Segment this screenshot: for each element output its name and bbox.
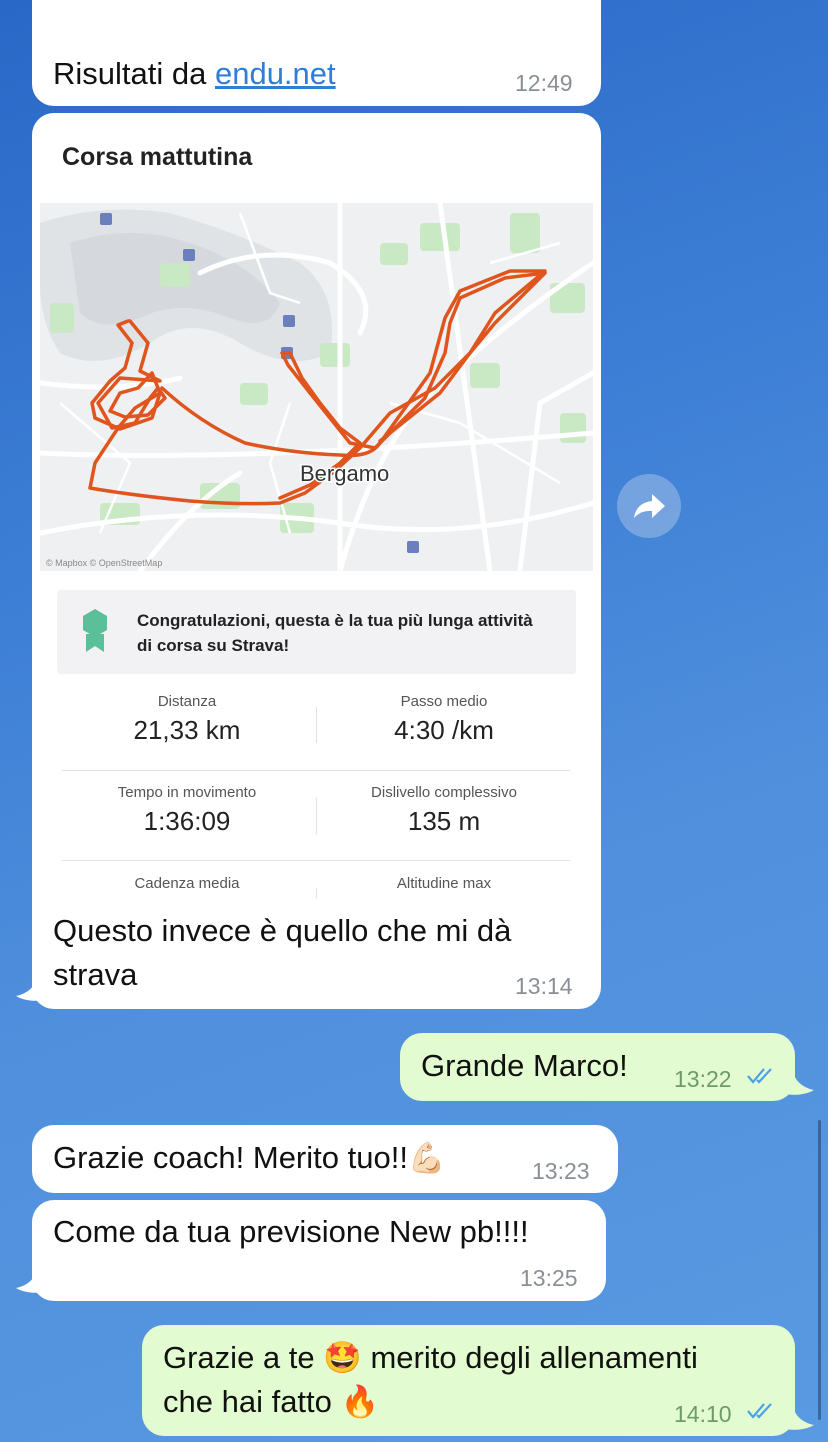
message-bubble-outgoing[interactable]: Grazie a te 🤩 merito degli allenamenti c… — [142, 1325, 795, 1436]
map-credit: © Mapbox © OpenStreetMap — [46, 558, 162, 568]
forward-arrow-icon — [634, 494, 665, 518]
message-text: Come da tua previsione New pb!!!! — [53, 1214, 529, 1249]
message-bubble-incoming[interactable]: Risultati da endu.net 12:49 — [32, 0, 601, 106]
divider — [316, 798, 317, 834]
stat-label: Dislivello complessivo — [371, 784, 517, 801]
message-text: merito degli allenamenti — [370, 1340, 698, 1375]
caption-line: Questo invece è quello che mi dà — [53, 913, 512, 948]
message-text: Grande Marco! — [421, 1048, 628, 1083]
double-check-icon — [747, 1068, 772, 1084]
achievement-text-line: Congratulazioni, questa è la tua più lun… — [137, 611, 533, 630]
map-city-label: Bergamo — [300, 461, 389, 486]
message-time: 13:23 — [532, 1158, 590, 1184]
message-text: Risultati da — [53, 56, 215, 91]
scrollbar[interactable] — [818, 1120, 821, 1420]
activity-title: Corsa mattutina — [62, 143, 253, 171]
stat-label: Altitudine max — [396, 875, 492, 892]
divider — [316, 707, 317, 743]
message-bubble-incoming[interactable]: Come da tua previsione New pb!!!! 13:25 — [32, 1200, 606, 1301]
message-link[interactable]: endu.net — [215, 56, 336, 91]
message-text: Questo invece è quello che mi dà strava — [53, 909, 511, 997]
message-time: 12:49 — [515, 70, 573, 96]
stat-label: Tempo in movimento — [117, 784, 257, 801]
stat-label: Distanza — [157, 693, 217, 710]
message-time: 13:14 — [515, 973, 573, 999]
fire-emoji: 🔥 — [340, 1384, 380, 1419]
double-check-icon — [747, 1403, 772, 1419]
route-map[interactable]: Bergamo © Mapbox © OpenStreetMap — [40, 203, 593, 571]
stat-label: Passo medio — [400, 693, 488, 710]
star-struck-emoji: 🤩 — [323, 1340, 362, 1375]
map-graphic: Bergamo © Mapbox © OpenStreetMap — [40, 203, 593, 571]
caption-line: strava — [53, 957, 138, 992]
medal-icon — [83, 609, 107, 652]
message-bubble-incoming[interactable]: Grazie coach! Merito tuo!!💪🏻 13:23 — [32, 1125, 618, 1193]
bubble-tail — [786, 1409, 814, 1430]
message-time: 13:22 — [674, 1066, 732, 1092]
bubble-tail — [16, 1272, 44, 1293]
message-text: Grazie coach! Merito tuo!! — [53, 1140, 408, 1175]
stat-value: 4:30 /km — [394, 715, 494, 745]
flexed-biceps-emoji: 💪🏻 — [407, 1142, 446, 1175]
divider — [62, 770, 570, 771]
bubble-tail — [16, 980, 44, 1001]
message-bubble-outgoing[interactable]: Grande Marco! 13:22 — [400, 1033, 795, 1101]
message-text: che hai fatto — [163, 1384, 332, 1419]
stat-value: 135 m — [407, 806, 481, 836]
divider — [62, 860, 570, 861]
bubble-tail — [786, 1074, 814, 1095]
stat-value: 1:36:09 — [143, 806, 231, 836]
forward-button[interactable] — [617, 474, 681, 538]
stat-value: 21,33 km — [133, 715, 241, 745]
divider — [316, 888, 317, 898]
achievement-text-line: di corsa su Strava! — [137, 636, 290, 655]
message-time: 13:25 — [520, 1265, 578, 1291]
stat-label: Cadenza media — [134, 875, 240, 892]
achievement-banner: Congratulazioni, questa è la tua più lun… — [57, 590, 576, 674]
message-text: Grazie a te — [163, 1340, 315, 1375]
message-time: 14:10 — [674, 1401, 732, 1427]
